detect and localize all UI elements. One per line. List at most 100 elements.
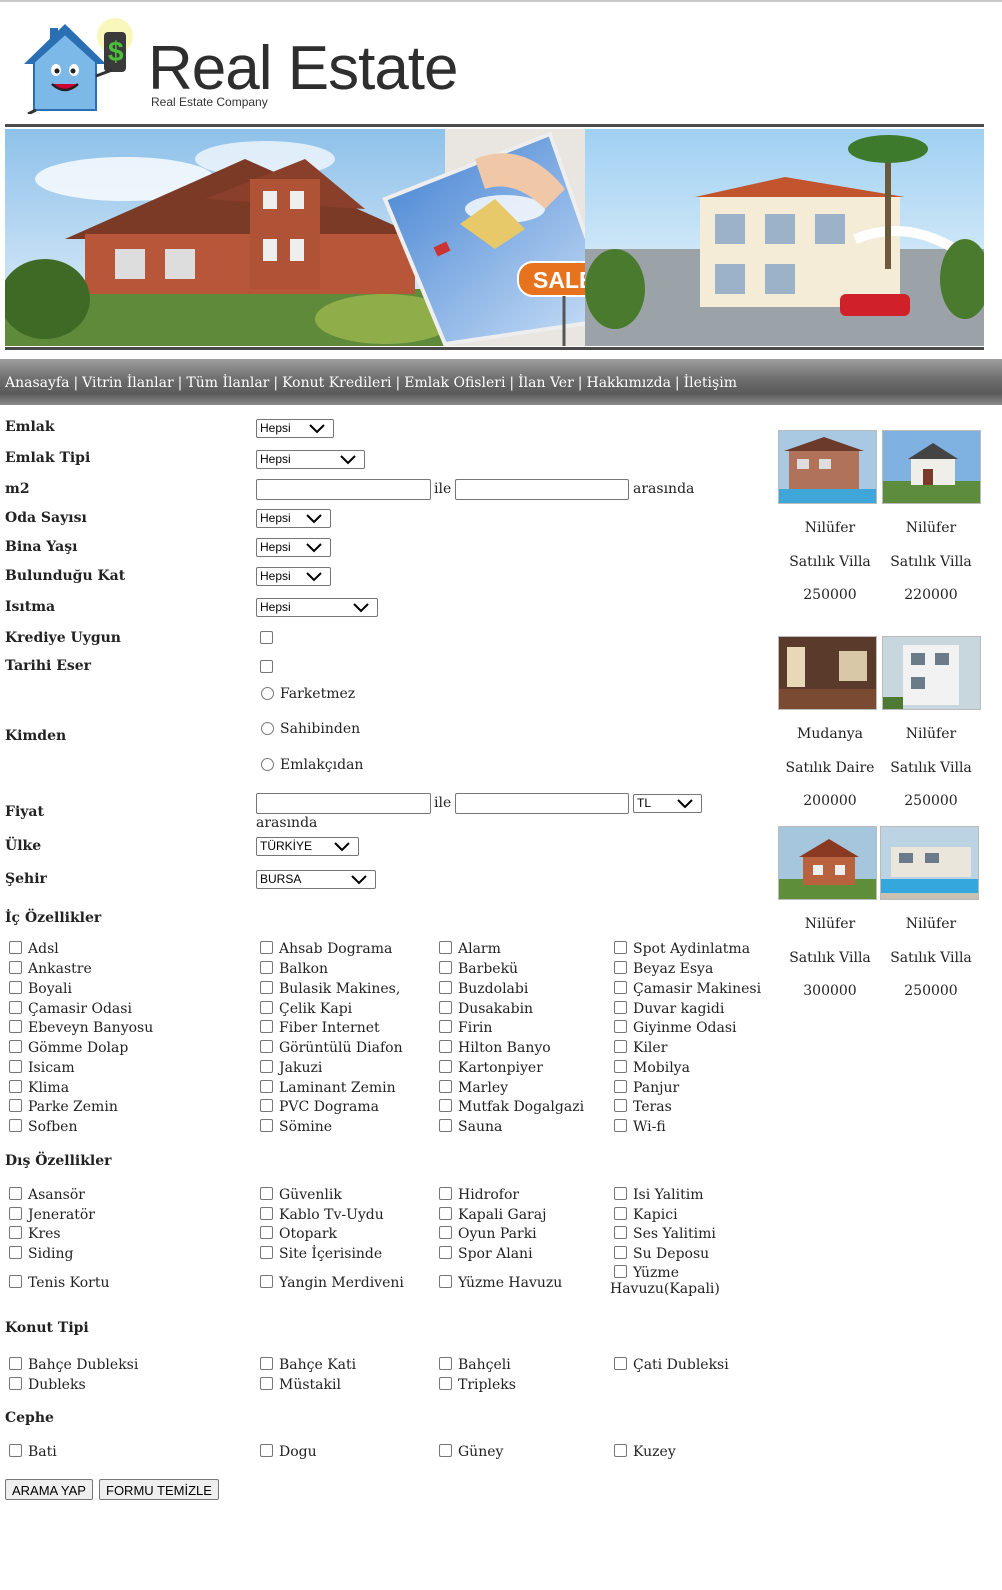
- feature-option[interactable]: Barbekü: [439, 961, 518, 977]
- feature-checkbox[interactable]: [260, 1080, 273, 1093]
- feature-checkbox[interactable]: [9, 1020, 22, 1033]
- feature-option[interactable]: Yüzme Havuzu(Kapali): [610, 1265, 740, 1297]
- feature-option[interactable]: Spot Aydinlatma: [614, 941, 750, 957]
- feature-checkbox[interactable]: [9, 1119, 22, 1132]
- feature-option[interactable]: Gömme Dolap: [9, 1040, 128, 1056]
- feature-option[interactable]: Çamasir Makinesi: [614, 981, 761, 997]
- feature-checkbox[interactable]: [614, 1265, 627, 1278]
- kimden-emlakcidan-radio[interactable]: [261, 758, 274, 771]
- feature-checkbox[interactable]: [614, 961, 627, 974]
- feature-checkbox[interactable]: [9, 1080, 22, 1093]
- feature-checkbox[interactable]: [260, 1060, 273, 1073]
- feature-option[interactable]: Parke Zemin: [9, 1099, 118, 1115]
- feature-option[interactable]: Çati Dubleksi: [614, 1357, 729, 1373]
- feature-checkbox[interactable]: [260, 1001, 273, 1014]
- feature-checkbox[interactable]: [439, 1020, 452, 1033]
- feature-checkbox[interactable]: [260, 1357, 273, 1370]
- feature-option[interactable]: Bahçe Dubleksi: [9, 1357, 138, 1373]
- feature-option[interactable]: Müstakil: [260, 1377, 341, 1393]
- nav-link-konut-kredileri[interactable]: Konut Kredileri: [282, 375, 391, 391]
- feature-option[interactable]: Siding: [9, 1246, 74, 1262]
- feature-option[interactable]: Balkon: [260, 961, 328, 977]
- feature-checkbox[interactable]: [9, 1357, 22, 1370]
- feature-option[interactable]: Sömine: [260, 1119, 332, 1135]
- feature-checkbox[interactable]: [439, 1187, 452, 1200]
- feature-option[interactable]: Ankastre: [9, 961, 92, 977]
- feature-option[interactable]: Kres: [9, 1226, 61, 1242]
- feature-checkbox[interactable]: [439, 1275, 452, 1288]
- feature-checkbox[interactable]: [439, 1119, 452, 1132]
- feature-checkbox[interactable]: [439, 941, 452, 954]
- feature-option[interactable]: Duvar kagidi: [614, 1001, 724, 1017]
- feature-checkbox[interactable]: [9, 1187, 22, 1200]
- feature-option[interactable]: Hilton Banyo: [439, 1040, 551, 1056]
- feature-checkbox[interactable]: [439, 981, 452, 994]
- feature-checkbox[interactable]: [439, 1001, 452, 1014]
- feature-option[interactable]: Spor Alani: [439, 1246, 533, 1262]
- currency-select[interactable]: TL: [633, 794, 702, 813]
- kimden-farketmez-radio[interactable]: [261, 687, 274, 700]
- listing-photo[interactable]: [778, 430, 877, 504]
- feature-checkbox[interactable]: [260, 1207, 273, 1220]
- feature-checkbox[interactable]: [614, 1246, 627, 1259]
- nav-link-emlak-ofisleri[interactable]: Emlak Ofisleri: [404, 375, 505, 391]
- feature-checkbox[interactable]: [614, 1187, 627, 1200]
- feature-option[interactable]: Kapali Garaj: [439, 1207, 546, 1223]
- feature-option[interactable]: Panjur: [614, 1080, 679, 1096]
- nav-link-iletisim[interactable]: İletişim: [684, 375, 737, 391]
- listing-photo[interactable]: [882, 636, 981, 710]
- feature-checkbox[interactable]: [9, 1207, 22, 1220]
- feature-option[interactable]: Güvenlik: [260, 1187, 342, 1203]
- feature-option[interactable]: Jakuzi: [260, 1060, 322, 1076]
- feature-option[interactable]: Alarm: [439, 941, 501, 957]
- feature-option[interactable]: Wi-fi: [614, 1119, 666, 1135]
- feature-option[interactable]: Güney: [439, 1444, 503, 1460]
- fiyat-min-input[interactable]: [256, 793, 431, 814]
- feature-checkbox[interactable]: [260, 1226, 273, 1239]
- feature-checkbox[interactable]: [260, 1187, 273, 1200]
- feature-option[interactable]: Kapici: [614, 1207, 678, 1223]
- feature-option[interactable]: Ahsab Dograma: [260, 941, 392, 957]
- feature-checkbox[interactable]: [9, 941, 22, 954]
- feature-checkbox[interactable]: [9, 1246, 22, 1259]
- sehir-select[interactable]: BURSA: [256, 870, 376, 889]
- feature-checkbox[interactable]: [9, 1226, 22, 1239]
- feature-option[interactable]: Kablo Tv-Uydu: [260, 1207, 384, 1223]
- feature-option[interactable]: Sauna: [439, 1119, 502, 1135]
- feature-checkbox[interactable]: [439, 1080, 452, 1093]
- feature-option[interactable]: Yangin Merdiveni: [260, 1275, 404, 1291]
- feature-checkbox[interactable]: [260, 1444, 273, 1457]
- feature-checkbox[interactable]: [614, 1060, 627, 1073]
- feature-checkbox[interactable]: [439, 1246, 452, 1259]
- feature-option[interactable]: Su Deposu: [614, 1246, 709, 1262]
- feature-option[interactable]: Mobilya: [614, 1060, 690, 1076]
- feature-option[interactable]: Bati: [9, 1444, 57, 1460]
- feature-checkbox[interactable]: [439, 1226, 452, 1239]
- emlak-tipi-select[interactable]: Hepsi: [256, 450, 365, 469]
- feature-option[interactable]: Isi Yalitim: [614, 1187, 703, 1203]
- tarihi-eser-checkbox[interactable]: [260, 660, 273, 673]
- listing-photo[interactable]: [778, 826, 877, 900]
- feature-checkbox[interactable]: [439, 961, 452, 974]
- feature-checkbox[interactable]: [614, 1226, 627, 1239]
- feature-checkbox[interactable]: [614, 981, 627, 994]
- krediye-uygun-checkbox[interactable]: [260, 631, 273, 644]
- feature-option[interactable]: Site İçerisinde: [260, 1246, 382, 1262]
- feature-option[interactable]: Fiber Internet: [260, 1020, 380, 1036]
- feature-checkbox[interactable]: [614, 1080, 627, 1093]
- bulundugu-kat-select[interactable]: Hepsi: [256, 567, 331, 586]
- feature-checkbox[interactable]: [260, 1275, 273, 1288]
- kimden-sahibinden-radio[interactable]: [261, 722, 274, 735]
- feature-option[interactable]: Oyun Parki: [439, 1226, 537, 1242]
- feature-checkbox[interactable]: [9, 981, 22, 994]
- nav-link-vitrin-ilanlar[interactable]: Vitrin İlanlar: [82, 375, 174, 391]
- feature-option[interactable]: Jeneratör: [9, 1207, 95, 1223]
- feature-checkbox[interactable]: [260, 961, 273, 974]
- feature-option[interactable]: Bulasik Makines,: [260, 981, 400, 997]
- feature-checkbox[interactable]: [614, 1020, 627, 1033]
- feature-checkbox[interactable]: [9, 1060, 22, 1073]
- feature-option[interactable]: Firin: [439, 1020, 492, 1036]
- reset-form-button[interactable]: FORMU TEMİZLE: [99, 1479, 219, 1500]
- isitma-select[interactable]: Hepsi: [256, 598, 378, 617]
- feature-checkbox[interactable]: [439, 1099, 452, 1112]
